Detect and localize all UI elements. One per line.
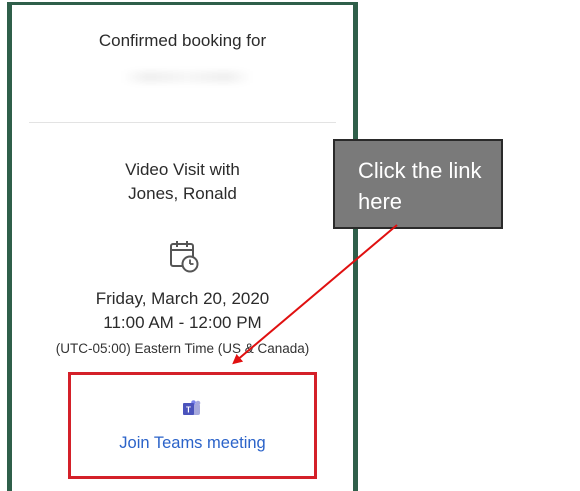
- microsoft-teams-icon: T: [183, 400, 201, 415]
- visit-title-line1: Video Visit with: [125, 160, 240, 179]
- appointment-time: 11:00 AM - 12:00 PM: [103, 313, 262, 332]
- confirmed-booking-label: Confirmed booking for: [98, 31, 267, 50]
- screenshot-stage: Confirmed booking for Video Visit with J…: [0, 0, 580, 491]
- divider: [29, 122, 336, 123]
- join-meeting-highlight-box: T Join Teams meeting: [68, 372, 317, 479]
- callout-text: Click the link here: [358, 158, 482, 214]
- redacted-patient-name: [122, 71, 252, 83]
- appointment-timezone: (UTC-05:00) Eastern Time (US & Canada): [55, 341, 310, 356]
- calendar-clock-icon: [170, 241, 199, 273]
- join-teams-meeting-link[interactable]: Join Teams meeting: [71, 434, 314, 453]
- instruction-callout: Click the link here: [333, 139, 503, 229]
- appointment-date: Friday, March 20, 2020: [95, 289, 270, 308]
- svg-text:T: T: [186, 406, 191, 415]
- visit-provider-name: Jones, Ronald: [128, 184, 237, 203]
- booking-panel: Confirmed booking for Video Visit with J…: [7, 2, 358, 491]
